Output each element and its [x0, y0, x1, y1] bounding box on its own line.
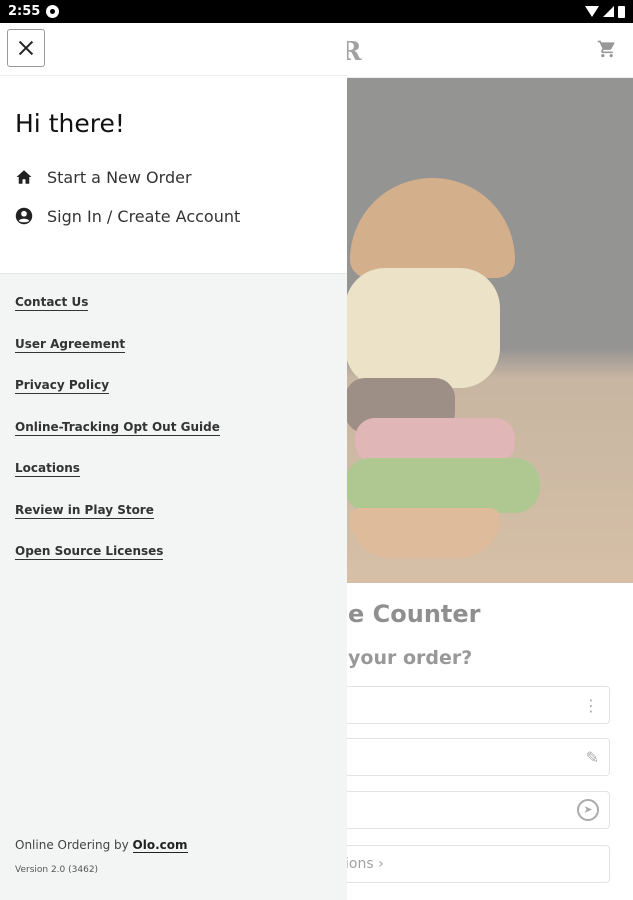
- notification-icon: [46, 5, 60, 18]
- status-time: 2:55: [8, 4, 41, 19]
- status-bar: 2:55: [0, 0, 633, 23]
- review-play-store-link[interactable]: Review in Play Store: [15, 503, 154, 519]
- footer-prefix: Online Ordering by: [15, 838, 133, 852]
- close-icon: [18, 40, 34, 56]
- contact-us-link[interactable]: Contact Us: [15, 295, 89, 311]
- divider: [0, 75, 347, 76]
- close-drawer-button[interactable]: [7, 29, 45, 67]
- status-icons: [585, 5, 625, 18]
- wifi-icon: [585, 6, 599, 17]
- sign-in-label: Sign In / Create Account: [47, 206, 241, 226]
- drawer-header: Hi there! Start a New Order Sign In / Cr…: [0, 23, 347, 274]
- battery-icon: [618, 5, 625, 18]
- user-agreement-link[interactable]: User Agreement: [15, 337, 126, 353]
- tracking-opt-out-link[interactable]: Online-Tracking Opt Out Guide: [15, 420, 220, 436]
- version-label: Version 2.0 (3462): [15, 865, 99, 875]
- olo-link[interactable]: Olo.com: [132, 838, 188, 853]
- privacy-policy-link[interactable]: Privacy Policy: [15, 378, 110, 394]
- sign-in-item[interactable]: Sign In / Create Account: [15, 204, 240, 228]
- home-icon: [16, 170, 32, 184]
- open-source-licenses-link[interactable]: Open Source Licenses: [15, 544, 164, 560]
- navigation-drawer: Hi there! Start a New Order Sign In / Cr…: [0, 23, 347, 900]
- locations-link[interactable]: Locations: [15, 461, 80, 477]
- account-circle-icon: [15, 207, 33, 225]
- start-new-order-item[interactable]: Start a New Order: [15, 165, 192, 189]
- drawer-footer: Online Ordering by Olo.com: [15, 838, 188, 853]
- start-new-order-label: Start a New Order: [47, 167, 192, 187]
- signal-icon: [603, 6, 614, 17]
- greeting-heading: Hi there!: [15, 109, 125, 138]
